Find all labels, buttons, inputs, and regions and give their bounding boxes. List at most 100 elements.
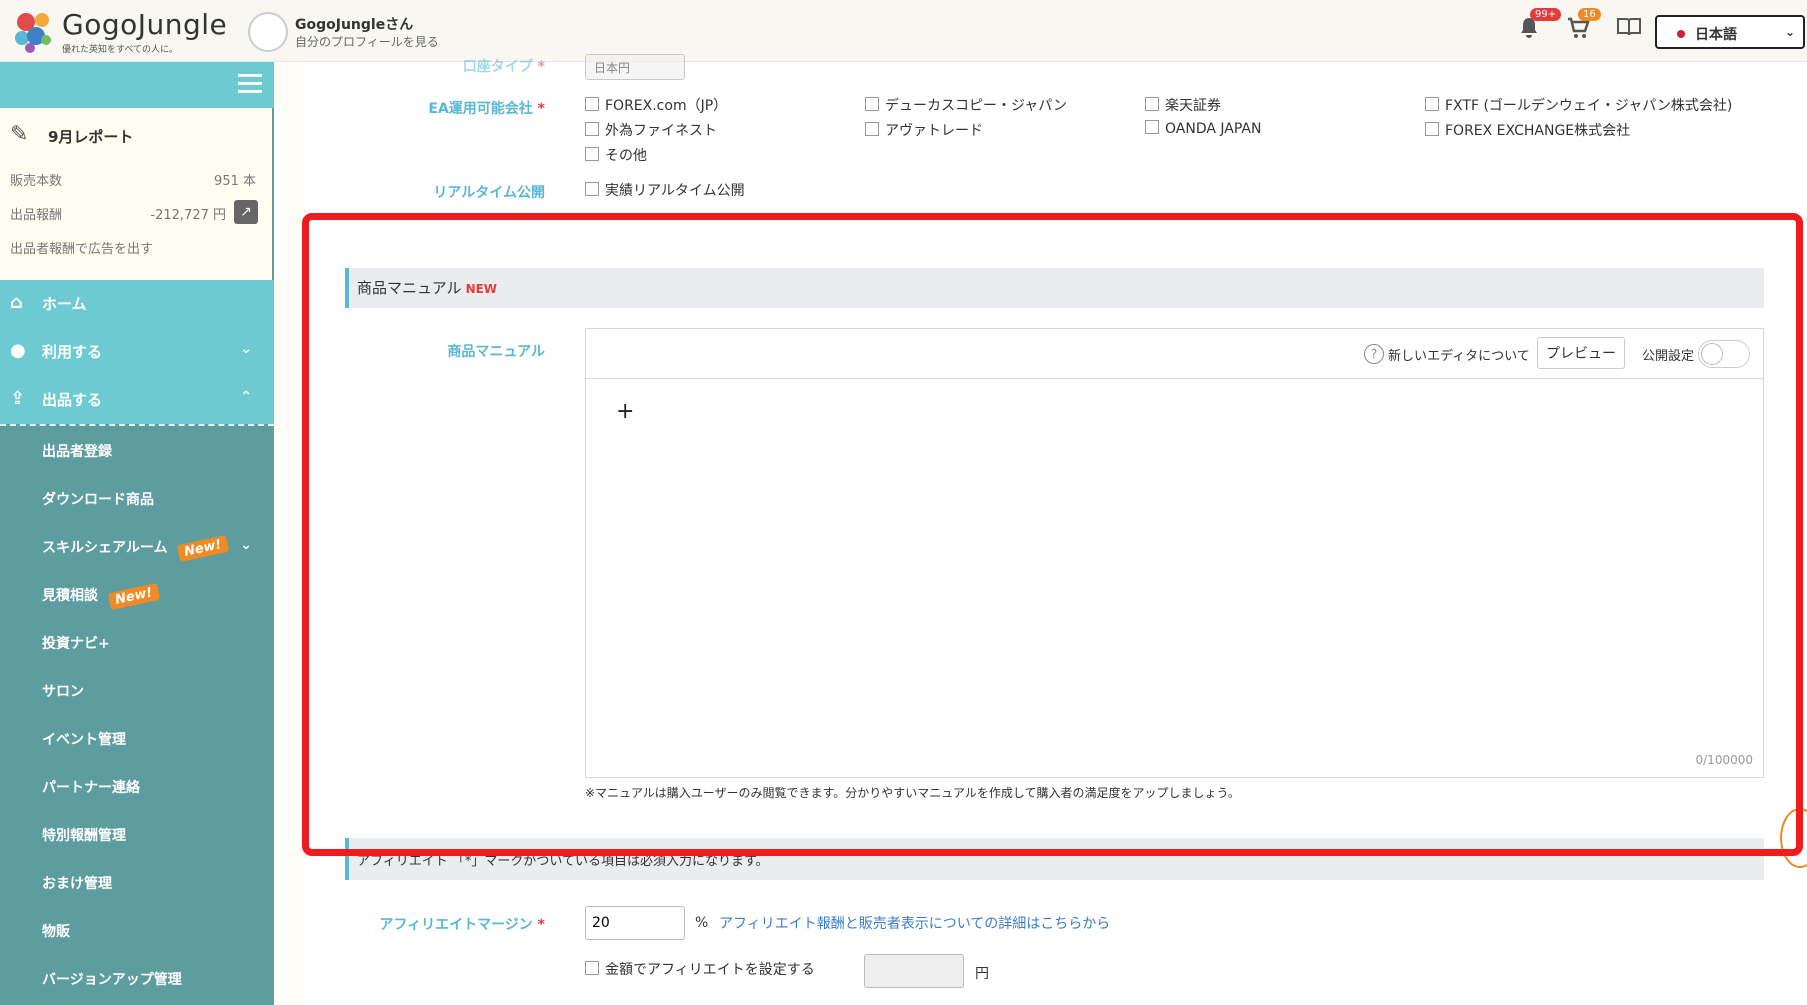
ea-option-other[interactable]: その他 (585, 145, 647, 165)
manual-section-header: 商品マニュアル NEW (345, 268, 1764, 308)
sidebar-item-partner-contact[interactable]: パートナー連絡 (0, 762, 274, 810)
add-block-icon[interactable]: + (616, 399, 634, 424)
sidebar-item-label: おまけ管理 (42, 876, 112, 892)
japan-flag-icon (1677, 30, 1685, 38)
profile-link[interactable]: 自分のプロフィールを見る (295, 33, 439, 50)
cart-button[interactable]: 16 (1566, 8, 1601, 44)
sidebar-item-label: イベント管理 (42, 732, 126, 748)
sidebar-item-label: 物販 (42, 924, 70, 940)
chevron-down-icon: ⌄ (240, 537, 252, 553)
sidebar-item-label: バージョンアップ管理 (42, 972, 182, 988)
affiliate-section-header: アフィリエイト 「*」マークがついている項目は必須入力になります。 (345, 838, 1764, 880)
chevron-up-icon: ⌃ (240, 389, 252, 405)
affiliate-margin-label: アフィリエイトマージン * (379, 917, 545, 933)
ea-option-fxtf[interactable]: FXTF (ゴールデンウェイ・ジャパン株式会社) (1425, 95, 1732, 115)
ea-option-avatrade[interactable]: アヴァトレード (865, 120, 983, 140)
ea-option-forex-com[interactable]: FOREX.com（JP） (585, 95, 727, 115)
sidebar-item-label: 出品者登録 (42, 444, 112, 460)
preview-button[interactable]: プレビュー (1537, 337, 1625, 369)
language-value: 日本語 (1695, 27, 1737, 43)
ea-option-gaitame-finest[interactable]: 外為ファイネスト (585, 120, 717, 140)
sidebar-item-label: 投資ナビ+ (42, 636, 110, 652)
new-badge: New! (177, 535, 230, 562)
affiliate-margin-input[interactable] (585, 906, 685, 940)
sidebar-top-bar (0, 62, 274, 108)
nav-sell-label: 出品する (42, 391, 103, 409)
reward-value: -212,727 円 (150, 208, 226, 223)
sidebar-item-seller-registration[interactable]: 出品者登録 (0, 426, 274, 474)
chevron-down-icon: ⌄ (1784, 25, 1795, 39)
nav-sell[interactable]: ⇪ 出品する ⌃ (0, 376, 274, 424)
sidebar-item-event-management[interactable]: イベント管理 (0, 714, 274, 762)
sidebar-item-download-products[interactable]: ダウンロード商品 (0, 474, 274, 522)
sidebar-item-merchandise[interactable]: 物販 (0, 906, 274, 954)
sidebar-item-label: スキルシェアルーム (42, 540, 168, 556)
editor-help-link[interactable]: 新しいエディタについて (1388, 345, 1530, 364)
profile-name[interactable]: GogoJungleさん (295, 14, 413, 34)
sidebar: ✎ 9月レポート 販売本数 951 本 出品報酬 -212,727 円 ↗ 出品… (0, 62, 274, 1005)
manual-editor[interactable]: ? 新しいエディタについて プレビュー 公開設定 + 0/100000 (585, 328, 1764, 778)
hamburger-menu-icon[interactable] (238, 74, 262, 94)
new-badge: New! (107, 583, 160, 610)
top-header: GogoJungle 優れた英知をすべての人に。 GogoJungleさん 自分… (0, 0, 1807, 62)
editor-toolbar: ? 新しいエディタについて プレビュー 公開設定 (586, 329, 1763, 379)
affiliate-amount-checkbox[interactable]: 金額でアフィリエイトを設定する (585, 959, 815, 979)
nav-use[interactable]: ● 利用する ⌄ (0, 328, 274, 376)
public-setting-label: 公開設定 (1642, 349, 1695, 364)
manual-label: 商品マニュアル (447, 344, 545, 360)
sidebar-item-estimate[interactable]: 見積相談 New! (0, 570, 274, 618)
affiliate-amount-input[interactable] (864, 954, 964, 988)
ad-link[interactable]: 出品者報酬で広告を出す (10, 238, 260, 257)
percent-unit: % (695, 915, 709, 931)
ea-label: EA運用可能会社 * (428, 101, 545, 117)
currency-label: 口座タイプ * (462, 59, 545, 75)
logo-tagline: 優れた英知をすべての人に。 (62, 45, 179, 55)
external-link-icon[interactable]: ↗ (234, 200, 258, 224)
ea-option-rakuten[interactable]: 楽天証券 (1145, 95, 1221, 115)
sidebar-item-label: パートナー連絡 (42, 780, 140, 796)
language-select[interactable]: 日本語 ⌄ (1655, 15, 1805, 49)
sidebar-item-skill-share-room[interactable]: スキルシェアルーム New! ⌄ (0, 522, 274, 570)
profile-avatar[interactable] (248, 12, 288, 52)
chevron-down-icon: ⌄ (240, 341, 252, 357)
toggle-knob (1701, 343, 1723, 365)
nav-home[interactable]: ⌂ ホーム (0, 280, 274, 328)
nav-home-label: ホーム (42, 295, 87, 313)
affiliate-detail-link[interactable]: アフィリエイト報酬と販売者表示についての詳細はこちらから (719, 913, 1110, 933)
gogojungle-logo-icon[interactable] (14, 10, 54, 54)
notification-badge: 99+ (1530, 8, 1562, 21)
logo-text[interactable]: GogoJungle (62, 8, 227, 41)
guide-button[interactable] (1616, 16, 1642, 42)
ea-option-forex-exchange[interactable]: FOREX EXCHANGE株式会社 (1425, 120, 1630, 140)
book-icon (1617, 18, 1641, 36)
ea-option-oanda[interactable]: OANDA JAPAN (1145, 120, 1261, 137)
sidebar-item-salon[interactable]: サロン (0, 666, 274, 714)
report-title[interactable]: 9月レポート (48, 126, 133, 147)
ea-option-dukascopy[interactable]: デューカスコピー・ジャパン (865, 95, 1067, 115)
cart-badge: 16 (1578, 8, 1601, 21)
currency-value: 日本円 (594, 61, 631, 75)
sidebar-item-label: 見積相談 (42, 588, 98, 604)
section-title: 商品マニュアル (357, 279, 462, 297)
home-icon: ⌂ (10, 292, 23, 313)
sales-value: 951 本 (214, 174, 256, 189)
sidebar-item-label: 特別報酬管理 (42, 828, 126, 844)
edit-icon: ✎ (10, 122, 29, 147)
help-icon[interactable]: ? (1364, 344, 1384, 364)
yen-unit: 円 (975, 966, 989, 982)
sidebar-item-label: ダウンロード商品 (42, 492, 154, 508)
nav-use-label: 利用する (42, 343, 103, 361)
sidebar-item-bonus-management[interactable]: おまけ管理 (0, 858, 274, 906)
realtime-checkbox[interactable]: 実績リアルタイム公開 (585, 180, 745, 200)
upload-icon: ⇪ (10, 388, 26, 409)
currency-select[interactable]: 日本円 (585, 54, 685, 80)
manual-note: ※マニュアルは購入ユーザーのみ閲覧できます。分かりやすいマニュアルを作成して購入… (585, 786, 1240, 800)
realtime-label: リアルタイム公開 (433, 185, 545, 201)
sidebar-item-label: サロン (42, 684, 84, 700)
notification-bell[interactable]: 99+ (1518, 8, 1562, 44)
sidebar-item-invest-navi[interactable]: 投資ナビ+ (0, 618, 274, 666)
sales-count-row: 販売本数 951 本 (10, 170, 260, 189)
sidebar-item-special-reward[interactable]: 特別報酬管理 (0, 810, 274, 858)
sidebar-item-version-up[interactable]: バージョンアップ管理 (0, 954, 274, 1002)
public-setting-toggle[interactable] (1698, 340, 1750, 368)
